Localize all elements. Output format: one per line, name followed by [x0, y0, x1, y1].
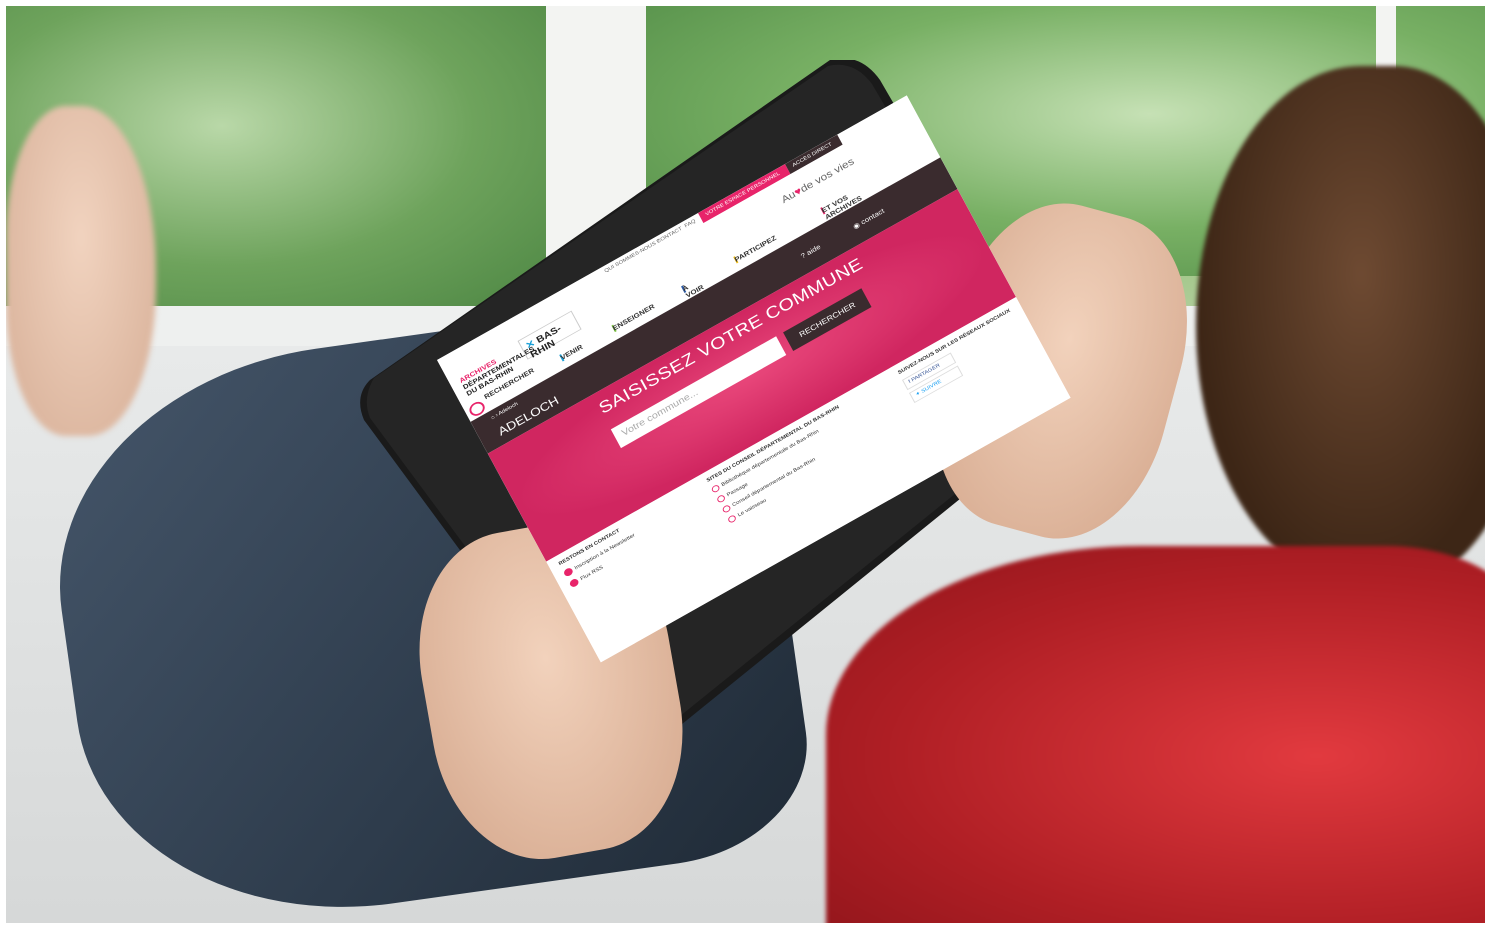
bullet-icon [716, 493, 727, 504]
mail-icon [562, 566, 575, 578]
bare-foot [6, 106, 156, 436]
rss-icon [568, 577, 580, 589]
bullet-icon [710, 483, 721, 494]
bullet-icon [721, 504, 732, 514]
contact-link[interactable]: ◉ contact [852, 207, 886, 231]
bullet-icon [726, 514, 738, 524]
twitter-icon: ✦ [914, 390, 922, 398]
aide-link[interactable]: ? aide [799, 243, 821, 260]
chat-icon: ◉ [851, 220, 862, 231]
tablet-screen: QUI SOMMES-NOUS ? CONTACT FAQ VOTRE ESPA… [437, 95, 1071, 880]
